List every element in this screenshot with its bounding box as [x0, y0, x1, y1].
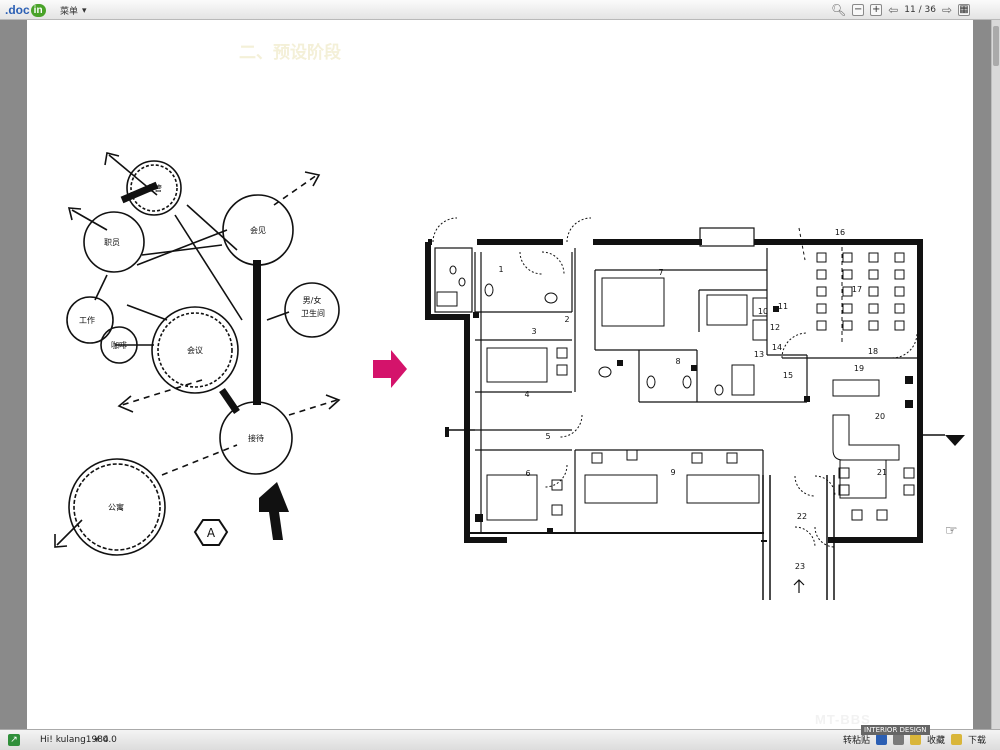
next-page-icon[interactable]: ⇨ — [942, 3, 952, 17]
bookmark-icon[interactable] — [892, 734, 904, 745]
toolbar-tools: 🔍︎ − + ⇦ 11 / 36 ⇨ ▦ — [831, 2, 1000, 18]
logo-badge: in — [30, 3, 46, 17]
expand-icon[interactable]: ↗ — [8, 734, 20, 746]
zoom-search-icon[interactable]: 🔍︎ — [831, 3, 846, 17]
room-4: 4 — [524, 390, 529, 399]
floor-plan: 1 2 3 4 5 6 7 8 9 10 11 12 13 14 15 16 1… — [425, 217, 965, 600]
room-18: 18 — [868, 347, 878, 356]
room-7: 7 — [658, 268, 663, 277]
zoom-out-button[interactable]: − — [852, 4, 865, 16]
room-21: 21 — [877, 468, 887, 477]
user-balance: ¥ 0.0 — [94, 735, 117, 745]
grid-view-button[interactable]: ▦ — [958, 4, 970, 16]
top-toolbar: .doc in 菜单 ▾ 🔍︎ − + ⇦ 11 / 36 ⇨ ▦ — [0, 0, 1000, 20]
logo-text: .doc — [5, 3, 30, 17]
vertical-scrollbar[interactable] — [991, 20, 1000, 729]
room-23: 23 — [795, 562, 805, 571]
share-icon[interactable] — [875, 734, 887, 745]
room-15: 15 — [783, 371, 793, 380]
prev-page-icon[interactable]: ⇦ — [888, 3, 898, 17]
interior-design-badge: INTERIOR DESIGN — [861, 725, 930, 735]
page-indicator[interactable]: 11 / 36 — [904, 5, 936, 15]
room-1: 1 — [498, 265, 503, 274]
room-17: 17 — [852, 285, 862, 294]
room-8: 8 — [675, 357, 680, 366]
room-3: 3 — [531, 327, 536, 336]
menu-dropdown[interactable]: 菜单 ▾ — [60, 4, 87, 18]
docin-logo[interactable]: .doc in — [5, 3, 46, 17]
entry-arrow-icon — [793, 579, 805, 593]
scrollbar-thumb[interactable] — [993, 26, 999, 66]
caret-down-icon: ▾ — [82, 5, 87, 16]
download-label[interactable]: 下载 — [968, 733, 986, 746]
room-13: 13 — [754, 350, 764, 359]
room-5: 5 — [545, 432, 550, 441]
room-16: 16 — [835, 228, 845, 237]
right-gutter — [973, 20, 991, 729]
room-12: 12 — [770, 323, 780, 332]
room-20: 20 — [875, 412, 885, 421]
favorite-label[interactable]: 收藏 — [927, 733, 945, 746]
room-11: 11 — [778, 302, 788, 311]
room-9: 9 — [670, 468, 675, 477]
page-current: 11 — [904, 5, 916, 15]
room-22: 22 — [797, 512, 807, 521]
page-sep: / — [918, 5, 922, 15]
room-19: 19 — [854, 364, 864, 373]
folder-icon[interactable] — [909, 734, 921, 745]
pointer-hand-icon: ☞ — [945, 523, 958, 539]
room-2: 2 — [564, 315, 569, 324]
menu-label: 菜单 — [60, 7, 79, 17]
zoom-in-button[interactable]: + — [870, 4, 883, 16]
room-14: 14 — [772, 343, 782, 352]
section-marker-icon — [945, 435, 965, 446]
document-page: 二、预设阶段 主管 职员 会见 男/女 卫生间 工作 咖啡 会议 接待 公寓 A… — [27, 20, 973, 729]
status-bar: ↗ Hi! kulang1984 ¥ 0.0 转粘贴 收藏 下载 — [0, 729, 1000, 750]
download-icon[interactable] — [950, 734, 962, 745]
room-6: 6 — [525, 469, 530, 478]
room-10: 10 — [758, 307, 768, 316]
left-gutter — [0, 20, 27, 729]
page-total: 36 — [924, 5, 936, 15]
